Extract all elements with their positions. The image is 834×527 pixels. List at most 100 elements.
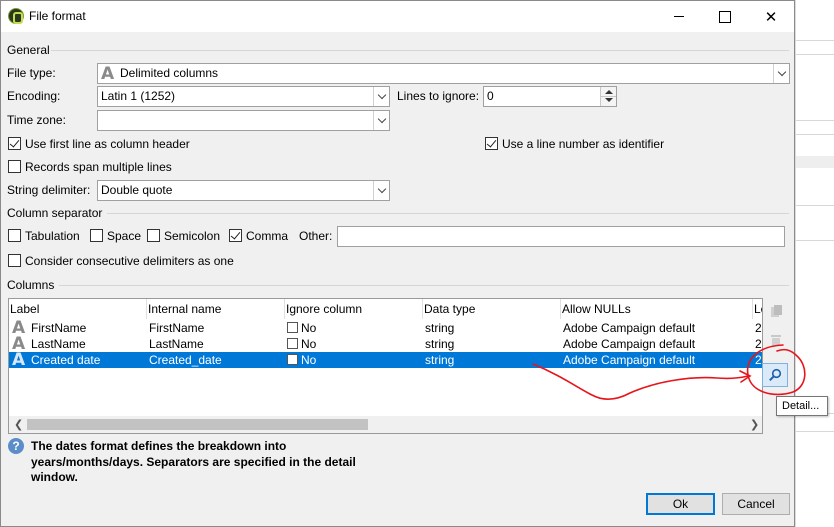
consider-consecutive-label[interactable]: Consider consecutive delimiters as one [25,254,234,268]
tabulation-checkbox[interactable] [8,229,21,245]
checkbox-checked-icon[interactable] [485,137,498,150]
encoding-value: Latin 1 (1252) [101,89,176,103]
close-button[interactable]: ✕ [748,1,794,32]
section-columns-label: Columns [7,278,55,292]
checkbox-icon[interactable] [147,229,160,242]
maximize-button[interactable] [702,1,748,32]
row-length: 2 [755,337,762,351]
use-line-number-checkbox[interactable] [485,137,498,153]
row-allow-nulls: Adobe Campaign default [563,321,696,335]
checkbox-checked-icon[interactable] [229,229,242,242]
column-header-data-type[interactable]: Data type [423,299,561,319]
section-rule [59,285,789,286]
lines-to-ignore-label: Lines to ignore: [397,89,480,103]
column-header-internal-name[interactable]: Internal name [147,299,285,319]
letter-a-icon: A [12,320,26,336]
delete-icon[interactable] [766,330,786,350]
checkbox-checked-icon[interactable] [8,137,21,150]
window-title: File format [29,9,86,23]
close-icon: ✕ [764,8,778,26]
row-ignore-value: No [301,337,317,351]
time-zone-combo[interactable] [97,110,390,131]
section-general-label: General [7,43,50,57]
lines-to-ignore-stepper[interactable]: 0 [483,86,617,107]
letter-a-icon: A [12,352,26,368]
section-rule [107,213,789,214]
row-ignore-value: No [301,321,317,335]
file-format-dialog: File format ✕ General File type: A Delim… [0,0,828,527]
checkbox-icon[interactable] [8,254,21,267]
row-internal-name: Created_date [149,353,222,367]
detail-button[interactable] [762,363,788,387]
checkbox-icon[interactable] [287,354,298,365]
consider-consecutive-checkbox[interactable] [8,254,21,270]
cancel-button[interactable]: Cancel [722,493,790,515]
checkbox-icon[interactable] [90,229,103,242]
row-ignore[interactable]: No [287,337,316,351]
use-line-number-label[interactable]: Use a line number as identifier [502,137,664,151]
table-row-selected[interactable]: A Created date Created_date No string Ad… [9,352,762,368]
table-row[interactable]: A FirstName FirstName No string Adobe Ca… [9,320,762,336]
column-header-label[interactable]: Label [9,299,147,319]
add-column-icon[interactable] [766,301,786,321]
section-rule [51,50,789,51]
row-data-type: string [425,337,455,351]
horizontal-scrollbar[interactable]: ❮ ❯ [9,416,762,433]
checkbox-icon[interactable] [287,322,298,333]
records-span-checkbox[interactable] [8,160,21,176]
string-delimiter-value: Double quote [101,183,173,197]
letter-a-icon: A [101,64,115,84]
spin-arrows-icon[interactable] [600,87,616,106]
comma-checkbox[interactable] [229,229,242,245]
title-bar[interactable]: File format ✕ [1,1,794,32]
other-input[interactable] [337,226,785,247]
row-length: 2 [755,321,762,335]
chevron-down-icon[interactable] [373,111,389,130]
records-span-label[interactable]: Records span multiple lines [25,160,172,174]
semicolon-label[interactable]: Semicolon [164,229,220,243]
file-type-combo[interactable]: A Delimited columns [97,63,790,84]
table-row[interactable]: A LastName LastName No string Adobe Camp… [9,336,762,352]
scrollbar-thumb[interactable] [27,419,368,430]
comma-label[interactable]: Comma [246,229,288,243]
file-type-label: File type: [7,66,56,80]
row-ignore[interactable]: No [287,353,316,367]
space-checkbox[interactable] [90,229,103,245]
use-first-line-label[interactable]: Use first line as column header [25,137,190,151]
row-ignore-value: No [301,353,317,367]
column-header-ignore[interactable]: Ignore column [285,299,423,319]
encoding-label: Encoding: [7,89,61,103]
checkbox-icon[interactable] [8,160,21,173]
row-ignore[interactable]: No [287,321,316,335]
magnifier-icon [769,368,782,382]
minimize-button[interactable] [656,1,702,32]
other-label: Other: [299,229,333,243]
file-type-value: Delimited columns [120,66,219,80]
column-header-length[interactable]: Le [753,299,762,319]
detail-tooltip: Detail... [776,396,828,416]
background-window [795,0,834,527]
lines-to-ignore-value: 0 [487,89,494,103]
space-label[interactable]: Space [107,229,141,243]
string-delimiter-combo[interactable]: Double quote [97,180,390,201]
tabulation-label[interactable]: Tabulation [25,229,80,243]
help-text: The dates format defines the breakdown i… [31,439,356,484]
chevron-down-icon[interactable] [373,87,389,106]
encoding-combo[interactable]: Latin 1 (1252) [97,86,390,107]
chevron-down-icon[interactable] [373,181,389,200]
use-first-line-checkbox[interactable] [8,137,21,153]
row-data-type: string [425,353,455,367]
row-data-type: string [425,321,455,335]
row-label: FirstName [31,321,87,335]
checkbox-icon[interactable] [8,229,21,242]
chevron-down-icon[interactable] [773,64,789,83]
scroll-right-icon[interactable]: ❯ [750,418,759,431]
column-header-allow-nulls[interactable]: Allow NULLs [561,299,753,319]
checkbox-icon[interactable] [287,338,298,349]
row-allow-nulls: Adobe Campaign default [563,337,696,351]
columns-table[interactable]: Label Internal name Ignore column Data t… [8,298,763,434]
ok-button[interactable]: Ok [646,493,715,515]
scroll-left-icon[interactable]: ❮ [14,418,23,431]
row-internal-name: LastName [149,337,204,351]
semicolon-checkbox[interactable] [147,229,160,245]
